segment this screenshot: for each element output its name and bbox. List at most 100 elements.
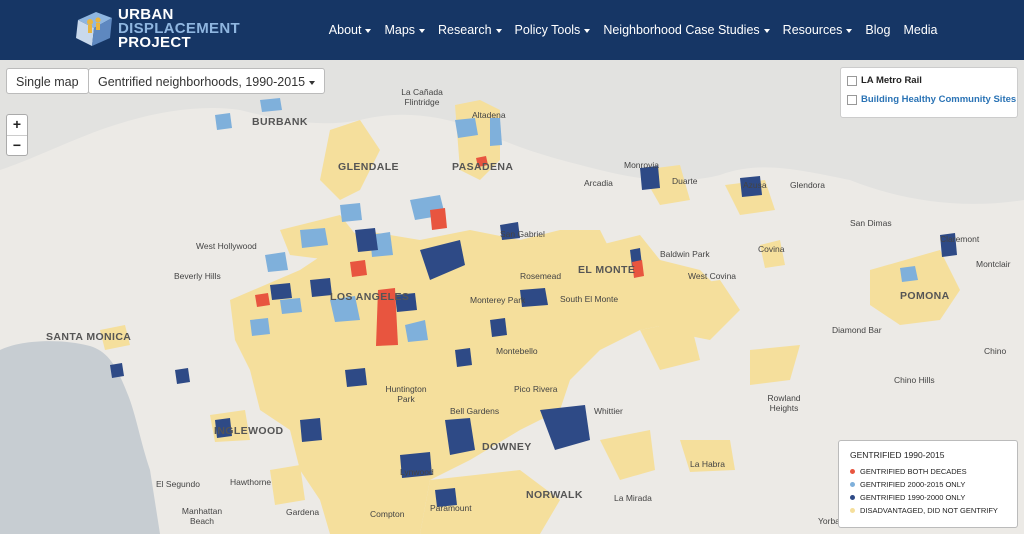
single-map-button[interactable]: Single map [6, 68, 89, 94]
census-tract[interactable] [900, 266, 918, 282]
place-label: Lynwood [400, 467, 434, 477]
census-tract[interactable] [350, 260, 367, 277]
place-label: NORWALK [526, 489, 583, 501]
census-tract[interactable] [490, 118, 502, 146]
site-logo[interactable]: URBAN DISPLACEMENT PROJECT [76, 6, 240, 50]
census-tract[interactable] [490, 318, 507, 337]
zoom-in-button[interactable]: + [7, 115, 27, 136]
census-tract[interactable] [310, 278, 332, 297]
census-tract[interactable] [455, 118, 478, 138]
nav-item-label: Resources [782, 23, 843, 37]
nav-item-label: Neighborhood Case Studies [603, 23, 760, 37]
chevron-down-icon [495, 28, 502, 33]
place-label: INGLEWOOD [214, 425, 284, 437]
map-legend: GENTRIFIED 1990-2015 GENTRIFIED BOTH DEC… [838, 440, 1018, 528]
place-label: Whittier [594, 406, 623, 416]
place-label: San Gabriel [500, 229, 545, 239]
nav-item-label: Maps [384, 23, 416, 37]
census-tract[interactable] [300, 418, 322, 442]
chevron-down-icon [584, 28, 591, 33]
place-label: Montebello [496, 346, 538, 356]
nav-item-policy-tools[interactable]: Policy Tools [508, 23, 597, 37]
legend-item: GENTRIFIED BOTH DECADES [850, 467, 967, 476]
zoom-out-button[interactable]: − [7, 136, 27, 156]
logo-mark-icon [76, 12, 112, 46]
place-label: Rosemead [520, 271, 562, 281]
place-label: Arcadia [584, 178, 613, 188]
census-tract[interactable] [430, 208, 447, 230]
census-tract[interactable] [270, 465, 305, 505]
place-label: Duarte [672, 176, 698, 186]
place-label: POMONA [900, 290, 950, 302]
census-tract[interactable] [280, 298, 302, 314]
layer-select-label: Gentrified neighborhoods, 1990-2015 [98, 75, 306, 89]
census-tract[interactable] [260, 98, 282, 112]
place-label: South El Monte [560, 294, 619, 304]
metro-rail-checkbox[interactable] [847, 75, 857, 86]
nav-item-blog[interactable]: Blog [859, 23, 897, 37]
census-tract[interactable] [215, 113, 232, 130]
place-label: Altadena [472, 110, 506, 120]
census-tract[interactable] [540, 405, 590, 450]
census-tract[interactable] [600, 430, 655, 480]
nav-item-neighborhood-case-studies[interactable]: Neighborhood Case Studies [597, 23, 776, 37]
census-tract[interactable] [110, 363, 124, 378]
metro-rail-label: LA Metro Rail [861, 75, 922, 86]
chevron-down-icon [309, 80, 316, 85]
census-tract[interactable] [270, 283, 292, 300]
place-label: BURBANK [252, 116, 308, 128]
nav-item-label: Research [438, 23, 492, 37]
zoom-control: + − [6, 114, 28, 156]
place-label: La Mirada [614, 493, 652, 503]
census-tract[interactable] [320, 120, 380, 200]
nav-item-resources[interactable]: Resources [776, 23, 859, 37]
legend-label: GENTRIFIED 2000-2015 ONLY [860, 480, 966, 489]
census-tract[interactable] [250, 318, 270, 336]
legend-title: GENTRIFIED 1990-2015 [850, 450, 945, 460]
census-tract[interactable] [445, 418, 475, 455]
nav-item-about[interactable]: About [322, 23, 378, 37]
place-label: Huntington Park [385, 384, 427, 404]
census-tract[interactable] [750, 345, 800, 385]
legend-swatch [850, 482, 855, 487]
nav-item-research[interactable]: Research [432, 23, 509, 37]
place-label: Chino [984, 346, 1007, 356]
census-tract[interactable] [340, 203, 362, 222]
legend-label: GENTRIFIED BOTH DECADES [860, 467, 967, 476]
legend-item: GENTRIFIED 2000-2015 ONLY [850, 480, 965, 489]
census-tract[interactable] [500, 355, 545, 405]
place-label: Rowland Heights [767, 393, 801, 413]
place-label: SANTA MONICA [46, 331, 132, 343]
nav-item-label: Blog [865, 23, 891, 37]
census-tract[interactable] [870, 250, 960, 325]
census-tract[interactable] [175, 368, 190, 384]
nav-item-media[interactable]: Media [897, 23, 944, 37]
census-tract[interactable] [265, 252, 288, 272]
census-tract[interactable] [355, 228, 378, 252]
overlay-healthy-sites[interactable]: Building Healthy Community Sites [847, 94, 1016, 105]
place-label: Paramount [430, 503, 472, 513]
layer-select-dropdown[interactable]: Gentrified neighborhoods, 1990-2015 [88, 68, 326, 94]
place-label: Hawthorne [230, 477, 272, 487]
overlay-metro-rail[interactable]: LA Metro Rail [847, 75, 922, 86]
place-label: San Dimas [850, 218, 892, 228]
nav-item-maps[interactable]: Maps [378, 23, 432, 37]
legend-item: DISADVANTAGED, DID NOT GENTRIFY [850, 506, 998, 515]
place-label: PASADENA [452, 161, 514, 173]
nav-item-label: Policy Tools [514, 23, 581, 37]
place-label: Monterey Park [470, 295, 526, 305]
census-tract[interactable] [300, 228, 328, 248]
place-label: Azusa [743, 180, 767, 190]
census-tract[interactable] [345, 368, 367, 387]
place-label: El Segundo [156, 479, 200, 489]
census-tract[interactable] [255, 293, 270, 307]
place-label: GLENDALE [338, 161, 399, 173]
place-label: La Cañada Flintridge [401, 87, 443, 107]
place-label: EL MONTE [578, 264, 636, 276]
legend-label: DISADVANTAGED, DID NOT GENTRIFY [860, 506, 998, 515]
census-tract[interactable] [455, 348, 472, 367]
main-nav: About Maps Research Policy Tools Neighborhoo… [322, 0, 944, 60]
place-label: Baldwin Park [660, 249, 710, 259]
place-label: Pico Rivera [514, 384, 558, 394]
healthy-sites-checkbox[interactable] [847, 94, 857, 105]
